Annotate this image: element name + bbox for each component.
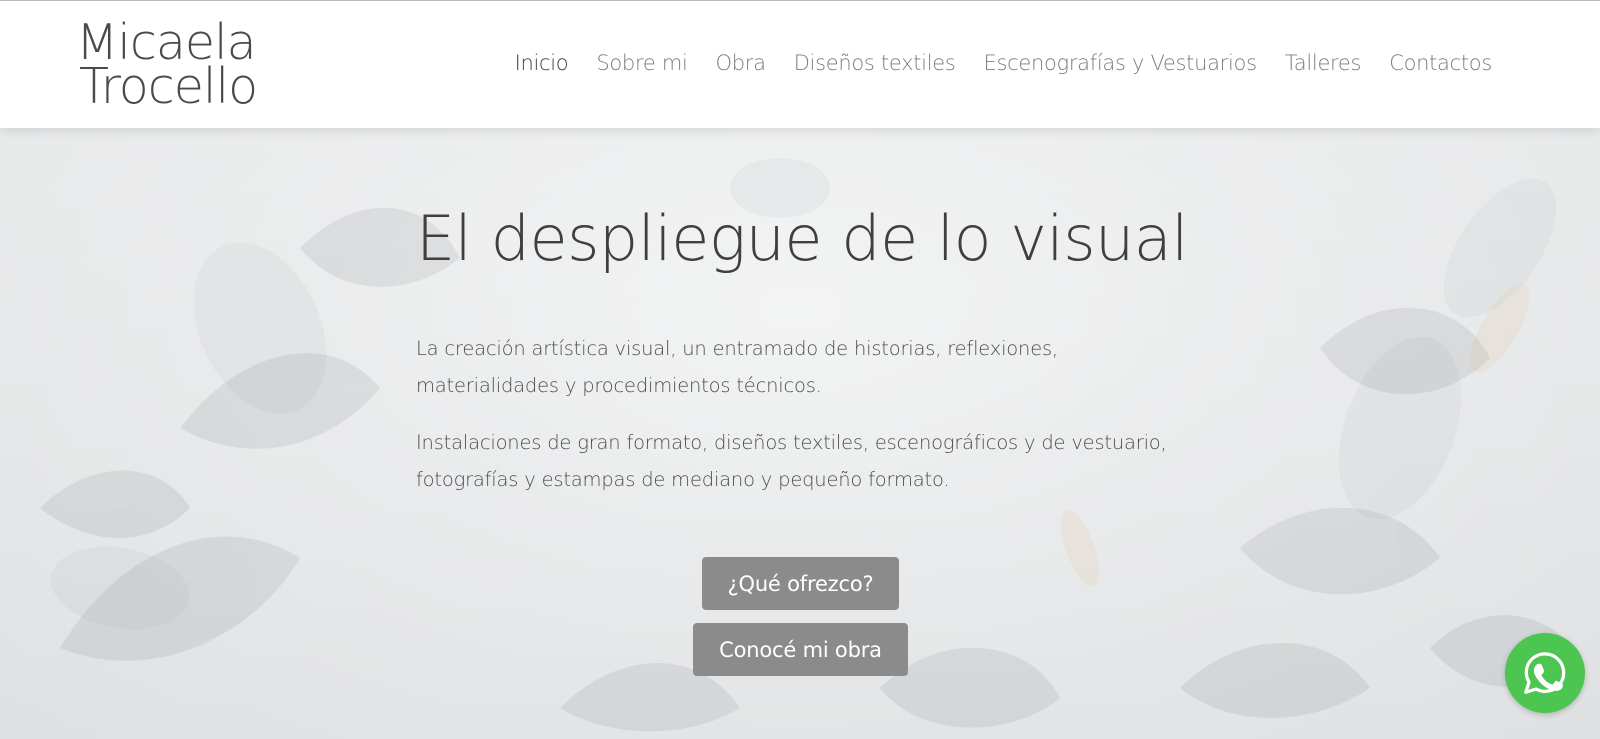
hero-section: El despliegue de lo visual La creación a… — [0, 128, 1600, 739]
site-header: Micaela Trocello Inicio Sobre mi Obra Di… — [0, 0, 1600, 128]
nav-item-disenos-textiles[interactable]: Diseños textiles — [794, 51, 956, 75]
site-logo[interactable]: Micaela Trocello — [76, 18, 258, 115]
nav-item-obra[interactable]: Obra — [716, 51, 766, 75]
hero-paragraph-instalaciones: Instalaciones de gran formato, diseños t… — [416, 431, 1167, 491]
nav-item-inicio[interactable]: Inicio — [515, 51, 569, 75]
nav-item-contactos[interactable]: Contactos — [1389, 51, 1492, 75]
whatsapp-button[interactable] — [1505, 633, 1585, 713]
conoce-mi-obra-button[interactable]: Conocé mi obra — [693, 623, 908, 676]
hero-paragraph-creacion: La creación artística visual, un entrama… — [416, 337, 1058, 397]
nav-item-talleres[interactable]: Talleres — [1285, 51, 1362, 75]
hero-title: El despliegue de lo visual — [416, 202, 1189, 275]
whatsapp-icon — [1524, 652, 1566, 694]
main-nav: Inicio Sobre mi Obra Diseños textiles Es… — [487, 51, 1493, 75]
nav-item-sobre-mi[interactable]: Sobre mi — [596, 51, 687, 75]
que-ofrezco-button[interactable]: ¿Qué ofrezco? — [702, 557, 899, 610]
nav-item-escenografias-vestuarios[interactable]: Escenografías y Vestuarios — [984, 51, 1258, 75]
logo-line-last-name: Trocello — [79, 58, 258, 115]
